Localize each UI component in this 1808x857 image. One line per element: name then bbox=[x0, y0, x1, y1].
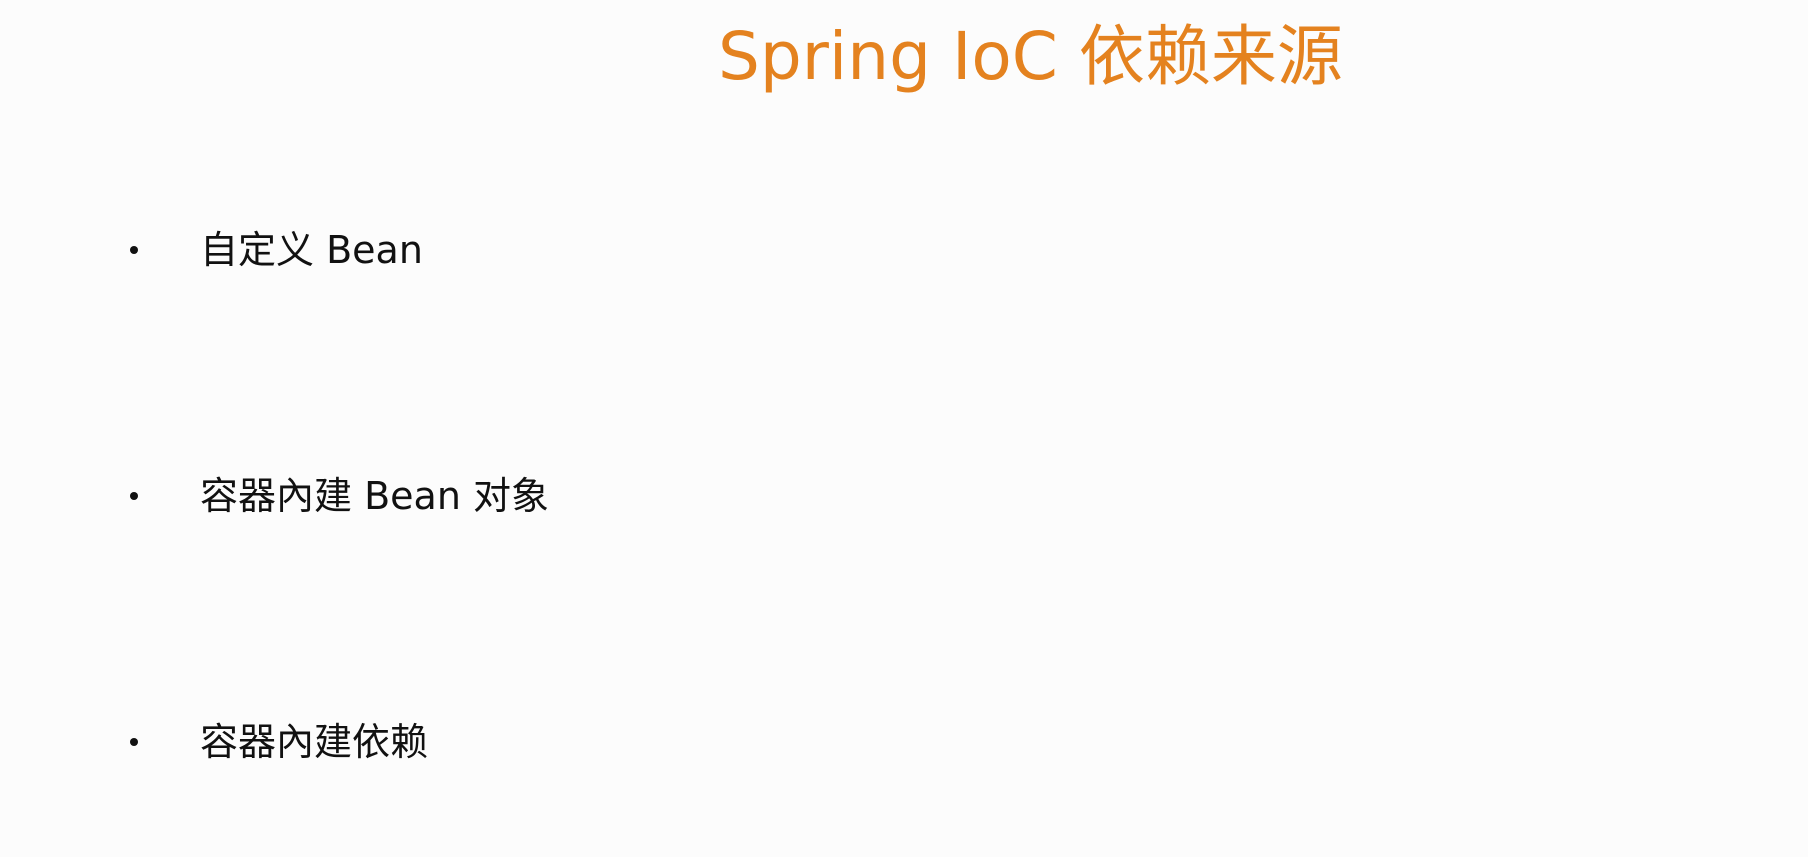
bullet-item: 容器內建依赖 bbox=[120, 712, 1020, 772]
bullet-text: 容器內建 Bean 对象 bbox=[200, 474, 549, 518]
bullet-item: 容器內建 Bean 对象 bbox=[120, 466, 1020, 526]
slide-title: Spring IoC 依赖来源 bbox=[718, 18, 1343, 95]
bullet-dot-icon bbox=[130, 738, 138, 746]
bullet-dot-icon bbox=[130, 492, 138, 500]
bullet-text: 容器內建依赖 bbox=[200, 720, 429, 764]
bullet-dot-icon bbox=[130, 246, 138, 254]
bullet-text: 自定义 Bean bbox=[200, 228, 423, 272]
presentation-slide: Spring IoC 依赖来源 自定义 Bean 容器內建 Bean 对象 容器… bbox=[0, 0, 1808, 857]
bullet-item: 自定义 Bean bbox=[120, 220, 1020, 280]
